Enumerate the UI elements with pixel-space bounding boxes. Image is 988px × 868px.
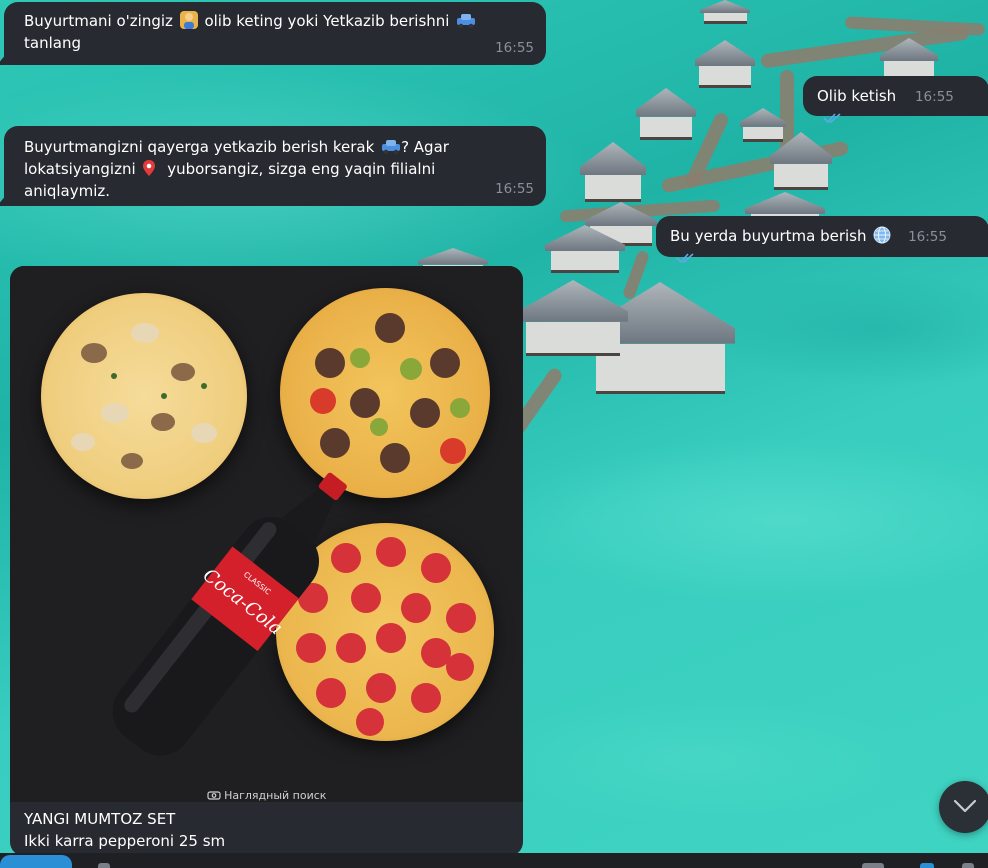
attach-icon[interactable] [98,863,110,868]
send-icon[interactable] [962,863,974,868]
scroll-to-bottom-button[interactable] [939,781,988,833]
media-caption: YANGI MUMTOZ SET Ikki karra pepperoni 25… [24,808,225,852]
caption-title: YANGI MUMTOZ SET [24,810,176,828]
message-bubble-incoming[interactable]: Buyurtmangizni qayerga yetkazib berish k… [0,126,546,206]
message-text: tanlang [24,34,81,52]
pin-icon [142,159,160,177]
message-bubble-outgoing[interactable]: Bu yerda buyurtma berish 16:55 [656,216,988,264]
sticker-icon[interactable] [862,863,884,868]
message-text: lokatsiyangizni [24,160,136,178]
menu-button[interactable] [0,855,72,868]
water-villa [880,38,938,80]
caption-subtitle: Ikki karra pepperoni 25 sm [24,832,226,850]
water-villa [695,40,755,88]
person-icon [179,11,198,29]
watermark-text: Наглядный поиск [224,789,327,802]
message-text: Buyurtmangizni qayerga yetkazib berish k… [24,138,375,156]
water-villa [580,142,646,202]
visual-search-watermark: Наглядный поиск [10,789,523,802]
water-villa [636,88,696,140]
message-bubble-outgoing[interactable]: Olib ketish 16:55 [803,76,988,124]
message-time: 16:55 [908,229,947,245]
double-check-icon [823,113,843,128]
message-text: Olib ketish [817,87,897,105]
double-check-icon [676,253,696,268]
message-text: Buyurtmani o'zingiz [24,12,173,30]
message-text: ? Agar [401,138,449,156]
product-photo[interactable]: Coca-Cola CLASSIC [10,266,523,802]
message-time: 16:55 [495,181,534,197]
car-icon [456,11,476,29]
message-bubble-incoming[interactable]: Buyurtmani o'zingiz olib keting yoki Yet… [0,2,546,65]
water-villa [545,225,625,273]
message-text: olib keting yoki Yetkazib berishni [204,12,450,30]
car-icon [381,137,401,155]
message-time: 16:55 [495,40,534,56]
message-time: 16:55 [914,89,954,105]
media-message[interactable]: Coca-Cola CLASSIC Наглядный поиск YANGI … [10,266,523,856]
water-villa [700,0,750,24]
water-villa-large [518,280,628,356]
message-text: Bu yerda buyurtma berish [670,227,867,245]
camera-icon [206,789,225,802]
chevron-down-icon [953,798,977,817]
bottom-keyboard-bar [0,853,988,868]
water-villa [770,132,832,190]
globe-icon [873,226,891,244]
voice-icon[interactable] [920,863,934,868]
cola-bottle-image: Coca-Cola CLASSIC [112,472,347,756]
